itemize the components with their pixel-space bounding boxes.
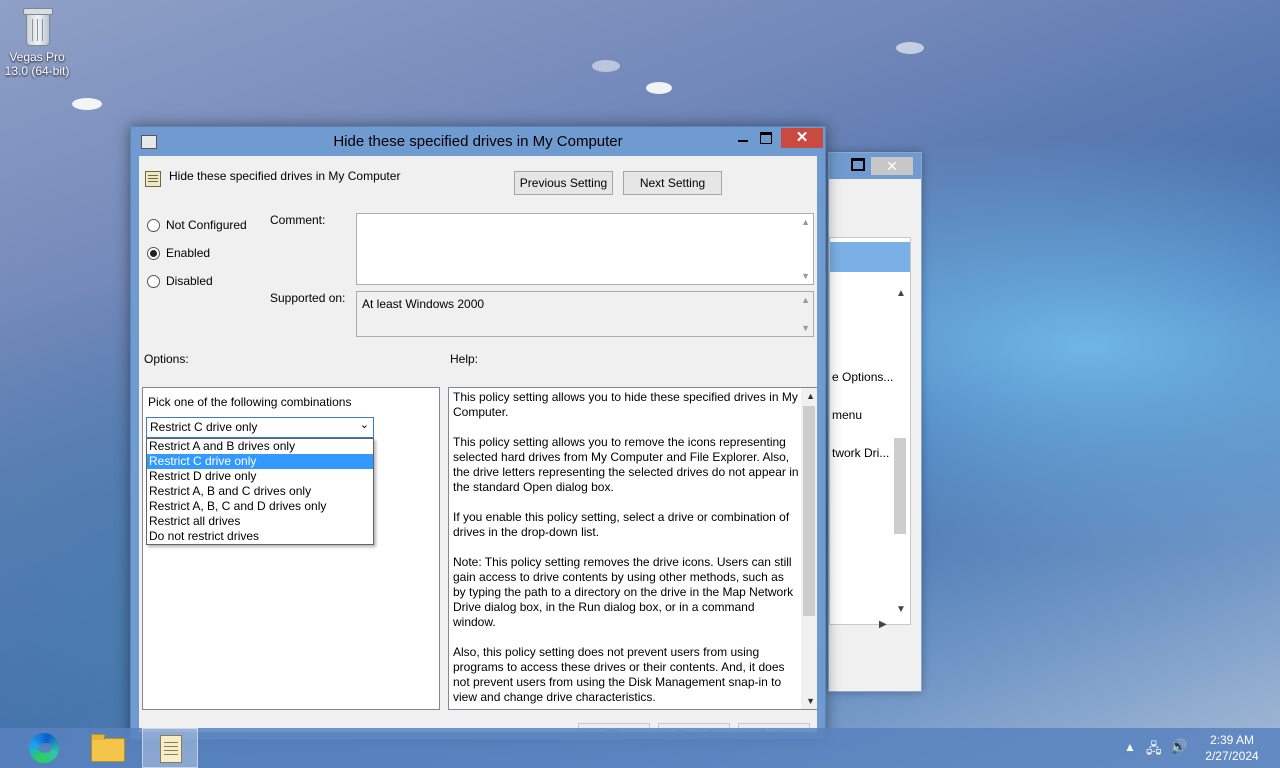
help-text: This policy setting allows you to hide t… [453, 390, 799, 709]
comment-field[interactable]: ▲ ▼ [356, 213, 814, 285]
help-paragraph: This policy setting allows you to remove… [453, 435, 799, 494]
previous-setting-button[interactable]: Previous Setting [514, 171, 613, 195]
help-paragraph: Note: This policy setting removes the dr… [453, 555, 794, 629]
policy-icon [145, 171, 161, 187]
dropdown-option-selected[interactable]: Restrict C drive only [147, 454, 373, 469]
radio-not-configured[interactable]: Not Configured [147, 217, 247, 233]
radio-disabled[interactable]: Disabled [147, 273, 213, 289]
help-label: Help: [450, 352, 479, 366]
ceiling-light [72, 98, 102, 110]
help-paragraph: This policy setting allows you to hide t… [453, 390, 798, 419]
dropdown-option[interactable]: Restrict A, B, C and D drives only [147, 499, 373, 514]
select-value: Restrict C drive only [150, 420, 258, 434]
scroll-down-icon[interactable]: ▼ [801, 271, 810, 281]
next-setting-button[interactable]: Next Setting [623, 171, 722, 195]
selected-row [830, 242, 910, 272]
scroll-up-icon[interactable]: ▲ [896, 288, 906, 299]
drive-combination-dropdown[interactable]: Restrict A and B drives only Restrict C … [146, 438, 374, 545]
dropdown-option[interactable]: Restrict all drives [147, 514, 373, 529]
desktop-icon-vegas-pro[interactable]: Vegas Pro 13.0 (64-bit) [4, 6, 70, 78]
ceiling-light [646, 82, 672, 94]
notepad-icon [160, 735, 182, 763]
background-window-titlebar[interactable]: ✕ [829, 153, 921, 179]
policy-name: Hide these specified drives in My Comput… [169, 169, 401, 183]
help-paragraph: Also, this policy setting does not preve… [453, 645, 785, 704]
help-panel[interactable]: This policy setting allows you to hide t… [448, 387, 817, 710]
clock-time: 2:39 AM [1209, 733, 1255, 747]
radio-button[interactable] [147, 274, 160, 288]
dropdown-option[interactable]: Do not restrict drives [147, 529, 373, 544]
taskbar: ▲ 🖧 🔊 2:39 AM 2/27/2024 [0, 728, 1280, 768]
comment-scrollbar[interactable]: ▲ ▼ [797, 214, 813, 284]
supported-on-value: At least Windows 2000 [362, 297, 485, 311]
list-item[interactable]: e Options... [832, 370, 893, 384]
scroll-up-icon[interactable]: ▲ [801, 217, 810, 227]
dialog-client: Hide these specified drives in My Comput… [139, 156, 817, 732]
chevron-down-icon[interactable]: ⌄ [360, 418, 369, 431]
scroll-up-icon[interactable]: ▲ [806, 391, 815, 401]
dropdown-option[interactable]: Restrict A, B and C drives only [147, 484, 373, 499]
scrollbar-thumb[interactable] [803, 406, 815, 616]
supported-scrollbar[interactable]: ▲ ▼ [797, 292, 813, 336]
scroll-down-icon[interactable]: ▼ [896, 604, 906, 615]
minimize-button[interactable] [733, 129, 753, 149]
clock-date: 2/27/2024 [1205, 749, 1259, 763]
scroll-right-icon[interactable]: ▶ [879, 619, 887, 630]
edge-icon [29, 733, 59, 763]
policy-dialog[interactable]: Hide these specified drives in My Comput… [130, 126, 826, 740]
ceiling-light [896, 42, 924, 54]
recycle-bin-icon [20, 6, 54, 46]
background-window[interactable]: ✕ e Options... menu twork Dri... ▲ ▼ ▶ [828, 152, 922, 692]
scroll-down-icon[interactable]: ▼ [801, 323, 810, 333]
options-label: Options: [144, 352, 189, 366]
dialog-title: Hide these specified drives in My Comput… [333, 133, 623, 150]
supported-on-field: At least Windows 2000 ▲ ▼ [356, 291, 814, 337]
dropdown-option[interactable]: Restrict D drive only [147, 469, 373, 484]
file-explorer-icon [91, 734, 125, 762]
dropdown-option[interactable]: Restrict A and B drives only [147, 439, 373, 454]
volume-icon[interactable]: 🔊 [1170, 738, 1187, 755]
radio-label: Enabled [166, 246, 211, 260]
radio-enabled[interactable]: Enabled [147, 245, 210, 261]
close-button[interactable]: ✕ [871, 157, 913, 175]
scrollbar-thumb[interactable] [894, 438, 906, 534]
network-icon[interactable]: 🖧 [1146, 738, 1162, 762]
desktop-icon-label: Vegas Pro 13.0 (64-bit) [4, 50, 70, 78]
radio-button[interactable] [147, 218, 160, 232]
taskbar-notepad[interactable] [142, 728, 198, 768]
supported-on-label: Supported on: [270, 291, 346, 305]
radio-button[interactable] [147, 246, 160, 260]
close-button[interactable]: ✕ [781, 128, 823, 148]
maximize-icon[interactable] [851, 158, 865, 171]
taskbar-edge[interactable] [16, 728, 72, 768]
scroll-up-icon[interactable]: ▲ [801, 295, 810, 305]
radio-label: Not Configured [166, 218, 247, 232]
help-scrollbar[interactable]: ▲ ▼ [801, 388, 817, 709]
taskbar-file-explorer[interactable] [80, 728, 136, 768]
options-prompt: Pick one of the following combinations [148, 395, 352, 409]
maximize-button[interactable] [760, 132, 772, 144]
system-clock[interactable]: 2:39 AM 2/27/2024 [1196, 732, 1268, 764]
background-window-list[interactable]: e Options... menu twork Dri... ▲ ▼ [829, 237, 911, 625]
list-item[interactable]: twork Dri... [832, 446, 889, 460]
comment-label: Comment: [270, 213, 326, 227]
drive-combination-select[interactable]: Restrict C drive only ⌄ [146, 417, 374, 438]
scroll-down-icon[interactable]: ▼ [806, 696, 815, 706]
list-item[interactable]: menu [832, 408, 862, 422]
help-paragraph: If you enable this policy setting, selec… [453, 510, 790, 539]
chevron-up-icon[interactable]: ▲ [1124, 740, 1136, 754]
title-bar[interactable]: Hide these specified drives in My Comput… [131, 127, 825, 156]
radio-label: Disabled [166, 274, 213, 288]
options-panel: Pick one of the following combinations R… [142, 387, 440, 710]
ceiling-light [592, 60, 620, 72]
